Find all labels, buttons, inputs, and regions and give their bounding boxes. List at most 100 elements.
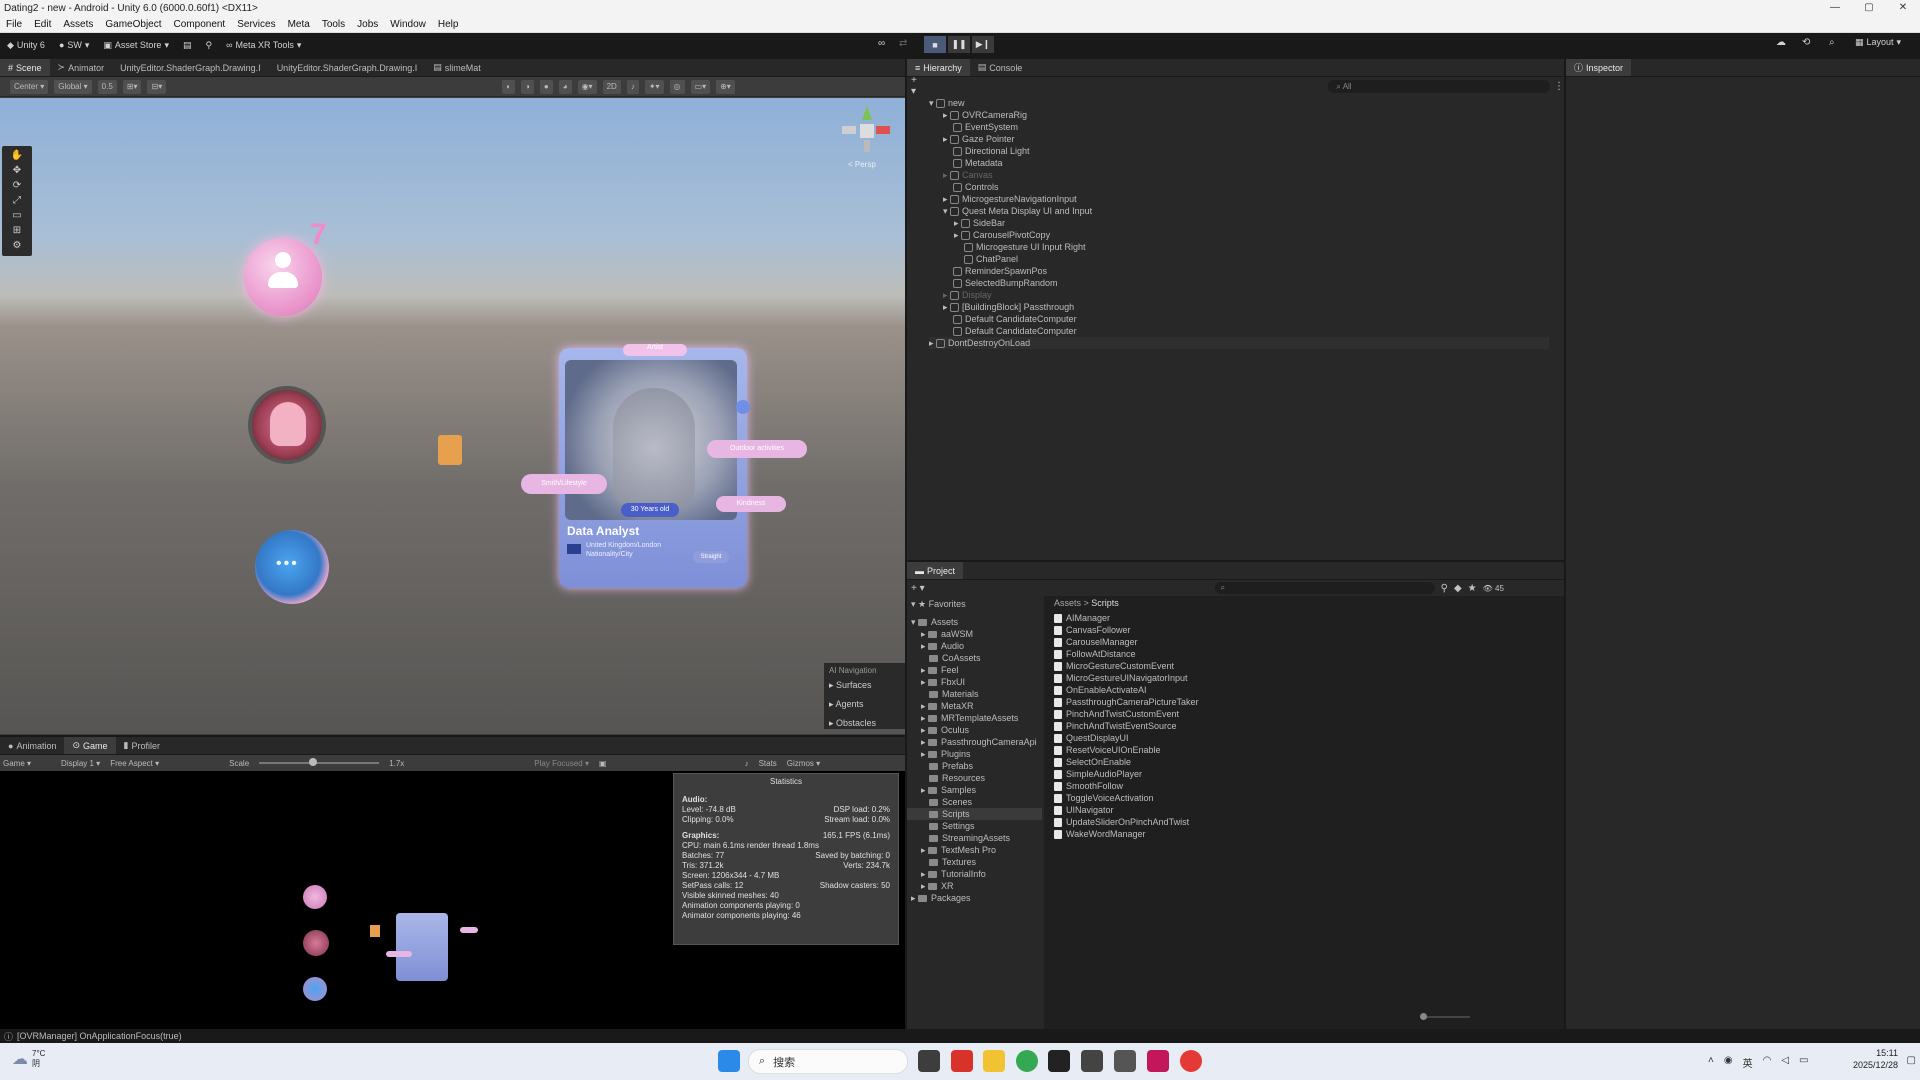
tab-profiler[interactable]: ▮ Profiler (116, 737, 168, 754)
package-icon[interactable]: ▤ (176, 36, 199, 54)
weather-widget[interactable]: ☁ 7°C 阴 (12, 1049, 45, 1069)
tab-animation[interactable]: ● Animation (0, 737, 64, 754)
interest-chip-bottom[interactable]: Kindness (716, 496, 786, 512)
display-dropdown[interactable]: Display 1 ▾ (61, 759, 100, 768)
recorder-icon[interactable] (1180, 1050, 1202, 1072)
hierarchy-item[interactable]: ▾ Quest Meta Display UI and Input (943, 205, 1092, 217)
hierarchy-item[interactable]: ▸ OVRCameraRig (943, 109, 1027, 121)
tab-project[interactable]: ▬ Project (907, 562, 964, 579)
interest-chip-left[interactable]: Smith/Lifestyle (521, 474, 607, 494)
pivot-global-dropdown[interactable]: Global ▾ (54, 79, 92, 94)
script-item[interactable]: UINavigator (1054, 804, 1114, 816)
ai-nav-surfaces[interactable]: ▸ Surfaces (829, 676, 900, 695)
folder-item[interactable]: ▸ PassthroughCameraApi (921, 736, 1037, 748)
rider-icon[interactable] (1147, 1050, 1169, 1072)
task-view-icon[interactable] (918, 1050, 940, 1072)
folder-item[interactable]: ▸ Audio (921, 640, 964, 652)
play-focused-dropdown[interactable]: Play Focused ▾ (534, 759, 589, 768)
folder-item[interactable]: ▸ TutorialInfo (921, 868, 986, 880)
menu-meta[interactable]: Meta (282, 19, 316, 30)
audio-toggle-icon[interactable]: ♪ (626, 79, 639, 94)
speaker-icon[interactable]: ♪ (745, 759, 749, 768)
hierarchy-item[interactable]: ▸ SideBar (954, 217, 1005, 229)
cloud-icon[interactable]: ☁ (1776, 37, 1786, 48)
breadcrumb-assets[interactable]: Assets (1054, 598, 1081, 608)
move-tool-icon[interactable]: ✥ (7, 164, 27, 177)
hierarchy-item[interactable]: ▸ CarouselPivotCopy (954, 229, 1050, 241)
tray-app-icon[interactable]: ◉ (1724, 1055, 1733, 1070)
close-button[interactable]: ✕ (1886, 0, 1920, 16)
camera-icon[interactable]: ▭▾ (690, 79, 711, 94)
scale-tool-icon[interactable]: ⤢ (7, 194, 27, 207)
scale-slider-handle[interactable] (309, 758, 318, 766)
tray-chevron-icon[interactable]: ˄ (1708, 1055, 1714, 1070)
hierarchy-item[interactable]: Controls (953, 181, 999, 193)
folder-item-selected[interactable]: Scripts (907, 808, 1042, 820)
hierarchy-item[interactable]: ▸ Gaze Pointer (943, 133, 1015, 145)
hierarchy-item[interactable]: ▾ new (929, 97, 965, 109)
tab-game[interactable]: ⊙ Game (64, 737, 116, 754)
play-button[interactable]: ■ (924, 36, 946, 53)
grid-icon[interactable]: ⊞▾ (122, 79, 142, 94)
menu-tools[interactable]: Tools (316, 19, 351, 30)
game-mode-dropdown[interactable]: Game ▾ (3, 759, 31, 768)
unity-icon[interactable] (1081, 1050, 1103, 1072)
ai-nav-agents[interactable]: ▸ Agents (829, 695, 900, 714)
aspect-dropdown[interactable]: Free Aspect ▾ (110, 759, 159, 768)
clock[interactable]: 15:11 2025/12/28 (1853, 1047, 1898, 1071)
tab-shadergraph-1[interactable]: UnityEditor.ShaderGraph.Drawing.I (112, 59, 269, 76)
filter-icon[interactable]: ⚲ (1441, 583, 1448, 594)
script-item[interactable]: MicroGestureUINavigatorInput (1054, 672, 1188, 684)
maximize-button[interactable]: ▢ (1852, 0, 1886, 16)
match-avatar-bubble[interactable] (248, 386, 326, 464)
hierarchy-item[interactable]: ▸ DontDestroyOnLoad (929, 337, 1549, 349)
breadcrumb-scripts[interactable]: Scripts (1091, 598, 1119, 608)
language-indicator[interactable]: 英 (1743, 1055, 1753, 1070)
effects-icon[interactable]: ✦▾ (644, 79, 664, 94)
mute-icon[interactable]: ▣ (599, 759, 607, 768)
folder-item[interactable]: ▸ XR (921, 880, 954, 892)
folder-item[interactable]: ▸ MetaXR (921, 700, 974, 712)
script-item[interactable]: PinchAndTwistEventSource (1054, 720, 1177, 732)
wifi-icon[interactable]: ◠ (1763, 1055, 1772, 1070)
hierarchy-item[interactable]: EventSystem (953, 121, 1018, 133)
hierarchy-item[interactable]: ▸ Display (943, 289, 992, 301)
gizmos-icon[interactable]: ⊕▾ (716, 79, 735, 94)
hierarchy-item[interactable]: ▸ MicrogestureNavigationInput (943, 193, 1077, 205)
battery-icon[interactable]: ▭ (1799, 1055, 1808, 1070)
tab-console[interactable]: ▤ Console (970, 59, 1031, 76)
shading-icon[interactable]: ◑ (521, 79, 534, 94)
history-icon[interactable]: ⟲ (1802, 37, 1810, 48)
project-search-input[interactable]: ⌕ (1214, 582, 1435, 594)
script-item[interactable]: CanvasFollower (1054, 624, 1131, 636)
script-item[interactable]: MicroGestureCustomEvent (1054, 660, 1174, 672)
hierarchy-item[interactable]: ▸ [BuildingBlock] Passthrough (943, 301, 1074, 313)
script-item[interactable]: OnEnableActivateAI (1054, 684, 1147, 696)
step-button[interactable]: ▶❙ (972, 36, 994, 53)
ai-nav-obstacles[interactable]: ▸ Obstacles (829, 714, 900, 733)
folder-item[interactable]: ▸ Plugins (921, 748, 971, 760)
script-item[interactable]: FollowAtDistance (1054, 648, 1136, 660)
menu-file[interactable]: File (0, 19, 28, 30)
folder-item[interactable]: Prefabs (929, 760, 973, 772)
pause-button[interactable]: ❚❚ (948, 36, 970, 53)
favorite-icon[interactable]: ★ (1468, 583, 1477, 594)
hierarchy-options-icon[interactable]: ⋮ (1554, 81, 1564, 92)
script-item[interactable]: UpdateSliderOnPinchAndTwist (1054, 816, 1189, 828)
meta-link-icon[interactable]: ∞ (878, 38, 885, 49)
unity-version-button[interactable]: ◆ Unity 6 (0, 36, 52, 54)
script-item[interactable]: CarouselManager (1054, 636, 1138, 648)
folder-item[interactable]: ▸ Feel (921, 664, 959, 676)
toggle-2d-button[interactable]: 2D (602, 79, 621, 94)
tab-hierarchy[interactable]: ≡ Hierarchy (907, 59, 970, 76)
menu-help[interactable]: Help (432, 19, 465, 30)
hierarchy-item[interactable]: Default CandidateComputer (953, 325, 1077, 337)
file-explorer-icon[interactable] (983, 1050, 1005, 1072)
menu-edit[interactable]: Edit (28, 19, 57, 30)
scene-viewport[interactable]: ✋ ✥ ⟳ ⤢ ▭ ⊞ ⚙ 7 ••• Artist 30 Years old … (0, 98, 905, 734)
stats-button[interactable]: Stats (759, 759, 777, 768)
notification-icon[interactable]: ▢ (1907, 1055, 1916, 1066)
hierarchy-search-input[interactable]: ⌕ All (1328, 79, 1550, 93)
draw-mode-icon[interactable]: ◐ (502, 79, 516, 94)
profile-card[interactable]: Artist 30 Years old Data Analyst United … (559, 344, 747, 588)
